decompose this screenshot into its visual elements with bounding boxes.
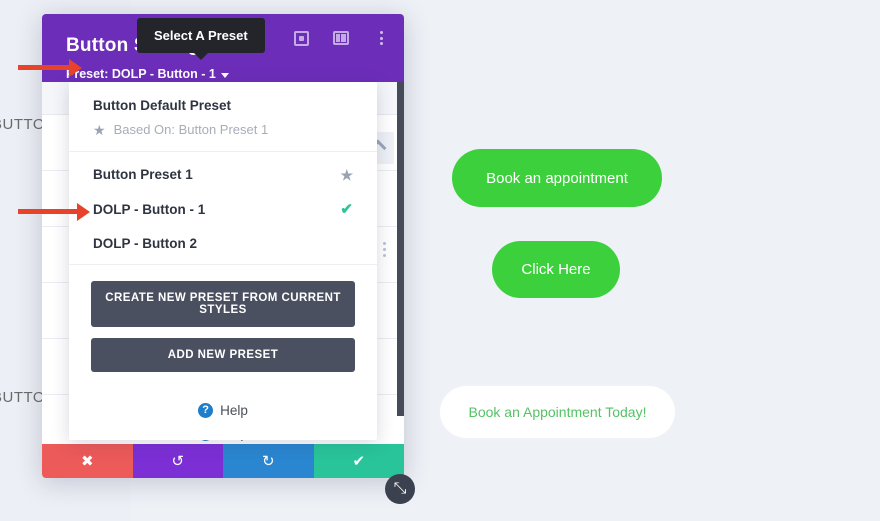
preset-item-dolp-button-1[interactable]: DOLP - Button - 1 ✔ xyxy=(69,191,377,227)
cancel-button[interactable]: ✖ xyxy=(42,444,133,478)
preset-item-label: DOLP - Button - 1 xyxy=(93,201,206,217)
check-icon: ✔ xyxy=(340,201,353,218)
modal-header-icons xyxy=(292,14,390,62)
button-settings-modal: Button Settings Preset: DOLP - Button - … xyxy=(42,14,415,504)
layout-panel-icon[interactable] xyxy=(332,29,350,47)
modal-scrollbar[interactable] xyxy=(397,82,404,437)
preset-selector-label: Preset: DOLP - Button - 1 xyxy=(66,67,216,81)
help-icon: ? xyxy=(198,403,214,418)
modal-row-options-icon[interactable] xyxy=(383,242,386,257)
dropdown-default-section: Button Default Preset ★ Based On: Button… xyxy=(69,82,377,152)
preset-item-dolp-button-2[interactable]: DOLP - Button 2 xyxy=(69,227,377,260)
modal-footer-actions: ✖ ↺ ↻ ✔ xyxy=(42,444,404,478)
preview-button-book-an-appointment[interactable]: Book an appointment xyxy=(452,149,662,207)
add-new-preset-button[interactable]: ADD NEW PRESET xyxy=(91,338,355,372)
dropdown-help-link[interactable]: ? Help xyxy=(69,389,377,436)
dropdown-actions: CREATE NEW PRESET FROM CURRENT STYLES AD… xyxy=(69,265,377,389)
dropdown-preset-list: Button Preset 1 ★ DOLP - Button - 1 ✔ DO… xyxy=(69,152,377,265)
redo-button[interactable]: ↻ xyxy=(223,444,314,478)
resize-handle[interactable]: ⤡ xyxy=(385,474,415,504)
default-preset-based-on: ★ Based On: Button Preset 1 xyxy=(93,122,353,137)
preset-item-button-preset-1[interactable]: Button Preset 1 ★ xyxy=(69,158,377,191)
undo-button[interactable]: ↺ xyxy=(132,444,223,478)
vertical-dots-icon[interactable] xyxy=(372,29,390,47)
preset-item-label: DOLP - Button 2 xyxy=(93,236,197,251)
preview-area: Book an appointment Click Here Book an A… xyxy=(420,0,880,521)
preset-item-label: Button Preset 1 xyxy=(93,167,193,182)
page-canvas: BUTTON BUTTON Book an appointment Click … xyxy=(0,0,880,521)
default-preset-title: Button Default Preset xyxy=(93,98,232,113)
dropdown-help-label: Help xyxy=(220,403,248,418)
based-on-label: Based On: Button Preset 1 xyxy=(113,122,269,137)
tooltip-select-a-preset: Select A Preset xyxy=(137,18,265,53)
preview-button-click-here[interactable]: Click Here xyxy=(492,241,620,298)
annotation-arrow-dolp-button-1 xyxy=(18,209,78,214)
focus-target-icon[interactable] xyxy=(292,29,310,47)
save-button[interactable]: ✔ xyxy=(313,444,404,478)
preset-selector[interactable]: Preset: DOLP - Button - 1 xyxy=(66,67,229,81)
preset-dropdown-panel: Button Default Preset ★ Based On: Button… xyxy=(69,82,377,440)
star-icon[interactable]: ★ xyxy=(340,168,353,182)
chevron-down-icon xyxy=(220,72,229,78)
preview-button-book-appointment-today[interactable]: Book an Appointment Today! xyxy=(440,386,675,438)
star-icon: ★ xyxy=(93,121,106,138)
create-new-preset-from-current-styles-button[interactable]: CREATE NEW PRESET FROM CURRENT STYLES xyxy=(91,281,355,327)
annotation-arrow-preset-label xyxy=(18,65,70,70)
